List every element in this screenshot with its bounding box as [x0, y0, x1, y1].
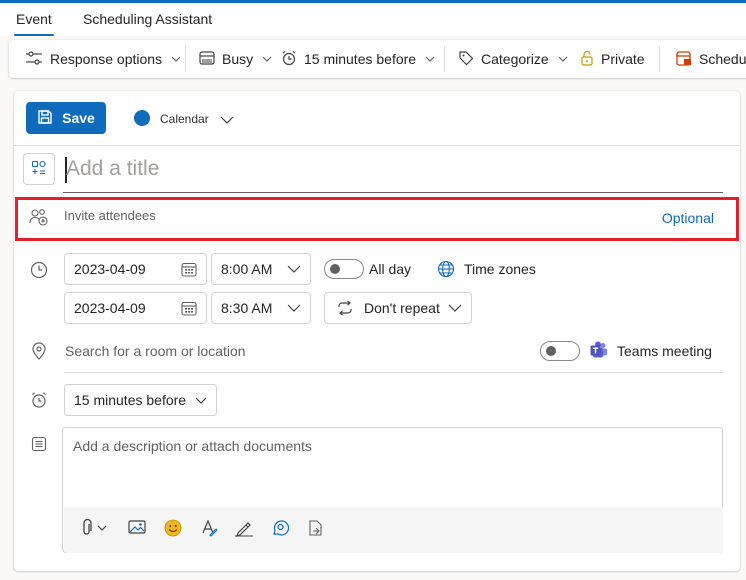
attach-icon[interactable] — [80, 518, 110, 540]
loop-icon[interactable] — [271, 519, 290, 540]
save-icon — [37, 109, 53, 128]
all-day-toggle[interactable] — [324, 259, 364, 279]
chevron-down-icon — [195, 397, 207, 404]
private-label: Private — [601, 51, 645, 67]
format-icon[interactable] — [200, 519, 218, 540]
chevron-down-icon — [425, 54, 435, 65]
save-label: Save — [62, 110, 95, 126]
image-icon[interactable] — [128, 519, 146, 538]
repeat-dropdown[interactable]: Don't repeat — [324, 292, 472, 324]
teams-meeting-label: Teams meeting — [617, 343, 712, 359]
location-pin-icon — [31, 342, 47, 363]
teams-icon — [590, 341, 608, 362]
categorize-dropdown[interactable]: Categorize — [458, 40, 568, 78]
teams-meeting-toggle[interactable] — [540, 341, 580, 361]
title-input[interactable]: Add a title — [66, 157, 159, 181]
repeat-value: Don't repeat — [364, 300, 440, 316]
alarm-clock-icon — [281, 50, 297, 69]
active-tab-indicator — [14, 34, 54, 36]
description-placeholder: Add a description or attach documents — [73, 438, 312, 454]
chevron-down-icon — [171, 54, 181, 65]
time-zones-link[interactable]: Time zones — [464, 261, 536, 277]
calendar-icon — [181, 262, 197, 277]
tab-bar: Event Scheduling Assistant — [0, 3, 746, 36]
end-time-dropdown[interactable]: 8:30 AM — [211, 292, 311, 324]
alarm-clock-icon — [30, 391, 48, 412]
busy-dropdown[interactable]: Busy — [199, 40, 272, 78]
reminder-label: 15 minutes before — [304, 51, 417, 67]
divider — [14, 145, 740, 146]
globe-icon[interactable] — [437, 260, 455, 281]
end-time-value: 8:30 AM — [221, 300, 273, 316]
toolbar-divider — [659, 46, 660, 72]
busy-label: Busy — [222, 51, 254, 67]
schedule-icon — [676, 50, 692, 69]
calendar-icon — [181, 301, 197, 316]
scheduling-poll-button[interactable]: Schedul — [676, 40, 746, 78]
private-button[interactable]: Private — [580, 40, 645, 78]
start-date-picker[interactable]: 2023-04-09 — [64, 253, 207, 285]
response-options-label: Response options — [50, 51, 163, 67]
chevron-down-icon — [448, 304, 462, 312]
toolbar-divider — [444, 46, 445, 72]
insert-icon[interactable] — [307, 519, 325, 540]
notes-icon — [31, 436, 47, 455]
chevron-down-icon — [262, 54, 272, 65]
start-time-value: 8:00 AM — [221, 261, 273, 277]
response-options-icon — [25, 50, 43, 69]
title-underline — [63, 192, 723, 193]
description-toolbar — [64, 507, 723, 553]
emoji-icon[interactable] — [164, 519, 182, 540]
all-day-label: All day — [369, 261, 412, 277]
divider — [64, 372, 723, 373]
draw-icon[interactable] — [234, 519, 254, 540]
tab-event[interactable]: Event — [16, 11, 52, 27]
busy-status-icon — [199, 50, 215, 68]
calendar-selector-label[interactable]: Calendar — [160, 112, 209, 126]
lock-icon — [580, 50, 594, 69]
reminder-dropdown[interactable]: 15 minutes before — [281, 40, 435, 78]
description-editor[interactable]: Add a description or attach documents — [62, 427, 723, 553]
start-time-dropdown[interactable]: 8:00 AM — [211, 253, 311, 285]
tab-scheduling-assistant[interactable]: Scheduling Assistant — [83, 11, 212, 27]
highlight-box — [15, 197, 739, 241]
event-type-button[interactable] — [23, 153, 55, 185]
clock-icon — [30, 261, 48, 282]
toolbar-divider — [185, 46, 186, 72]
calendar-color-dot — [134, 110, 150, 126]
save-button[interactable]: Save — [26, 102, 106, 134]
start-date-value: 2023-04-09 — [74, 261, 146, 277]
end-date-picker[interactable]: 2023-04-09 — [64, 292, 207, 324]
chevron-down-icon[interactable] — [220, 111, 234, 127]
end-date-value: 2023-04-09 — [74, 300, 146, 316]
chevron-down-icon — [287, 304, 301, 312]
location-input[interactable]: Search for a room or location — [65, 343, 246, 359]
category-grid-icon — [31, 160, 47, 179]
schedule-label: Schedul — [699, 51, 746, 67]
reminder-select[interactable]: 15 minutes before — [64, 384, 217, 416]
response-options-button[interactable]: Response options — [25, 40, 181, 78]
reminder-value: 15 minutes before — [74, 392, 187, 408]
repeat-icon — [336, 300, 354, 316]
chevron-down-icon — [558, 54, 568, 65]
tag-icon — [458, 50, 474, 69]
chevron-down-icon — [287, 265, 301, 273]
categorize-label: Categorize — [481, 51, 549, 67]
event-toolbar: Response options Busy 15 minutes before … — [9, 40, 746, 78]
